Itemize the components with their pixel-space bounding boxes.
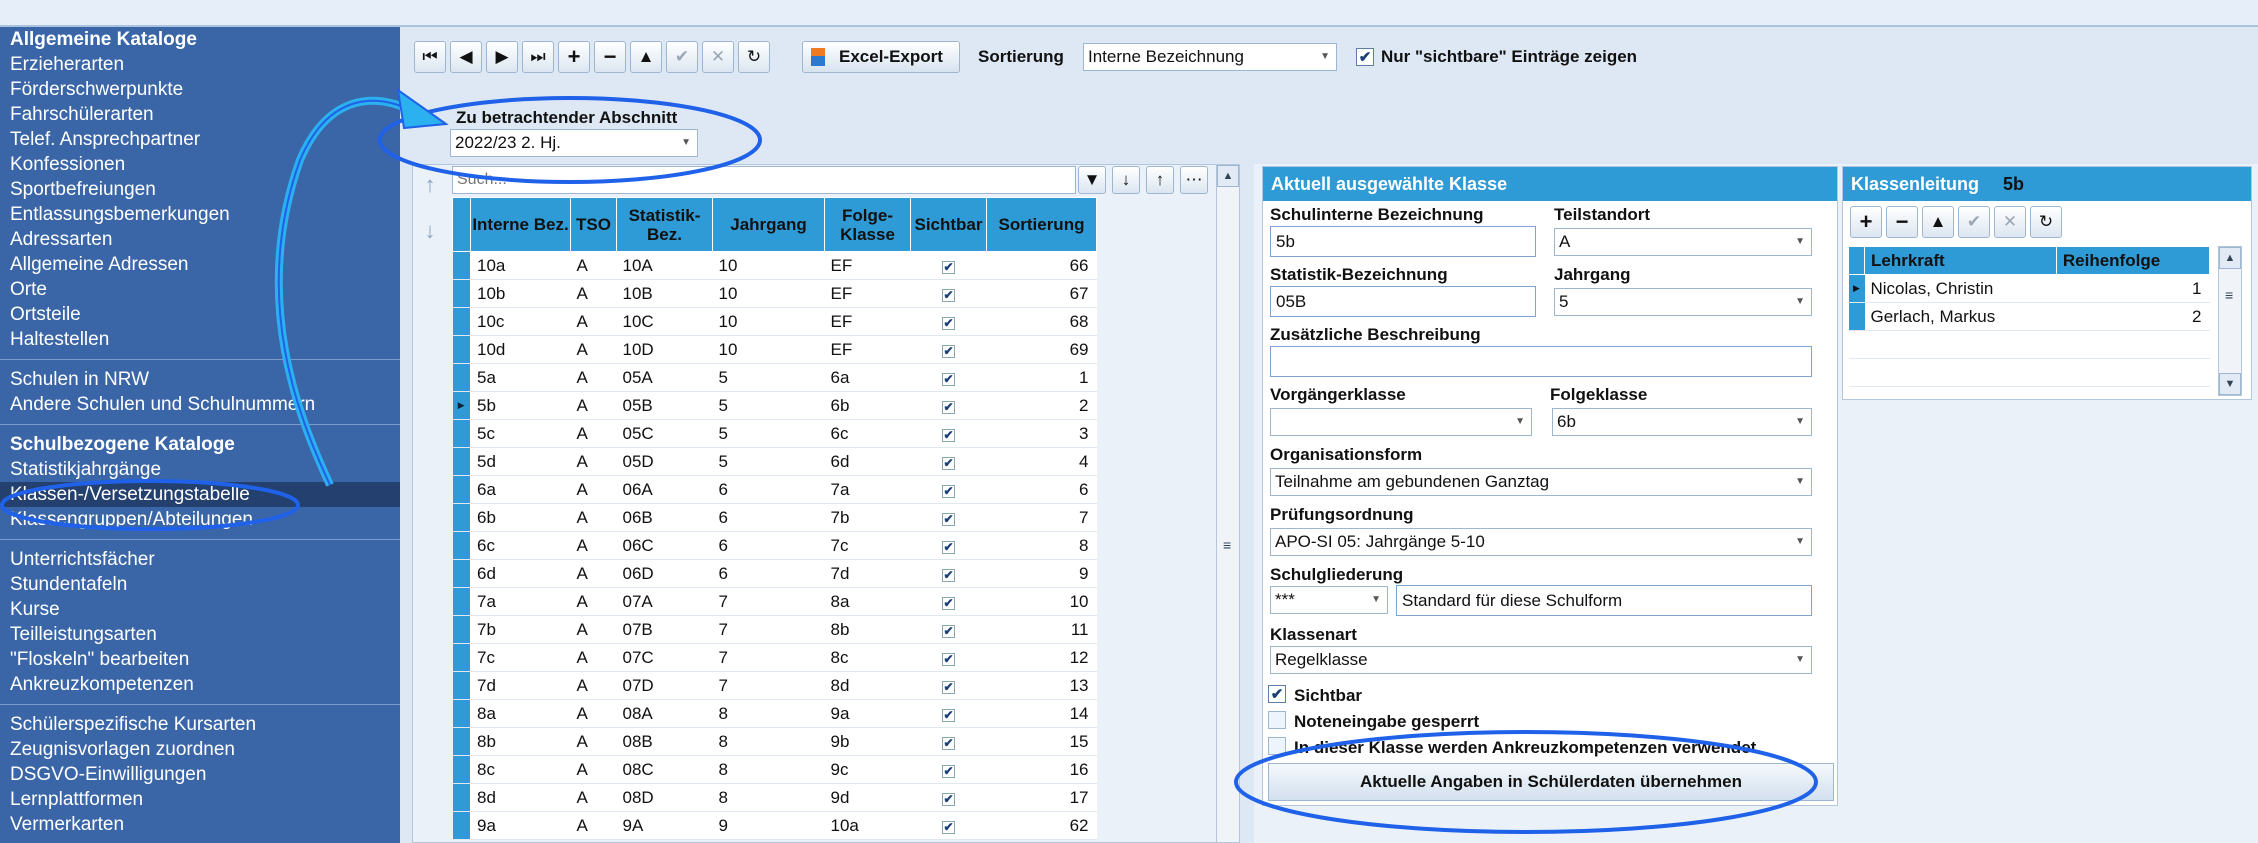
- annotation-overlay: [0, 87, 1818, 834]
- highlight-menu-ellipse: [0, 479, 300, 531]
- highlight-section-ellipse: [378, 96, 762, 184]
- arrow-curve: [274, 96, 412, 487]
- highlight-apply-ellipse: [1234, 730, 1818, 834]
